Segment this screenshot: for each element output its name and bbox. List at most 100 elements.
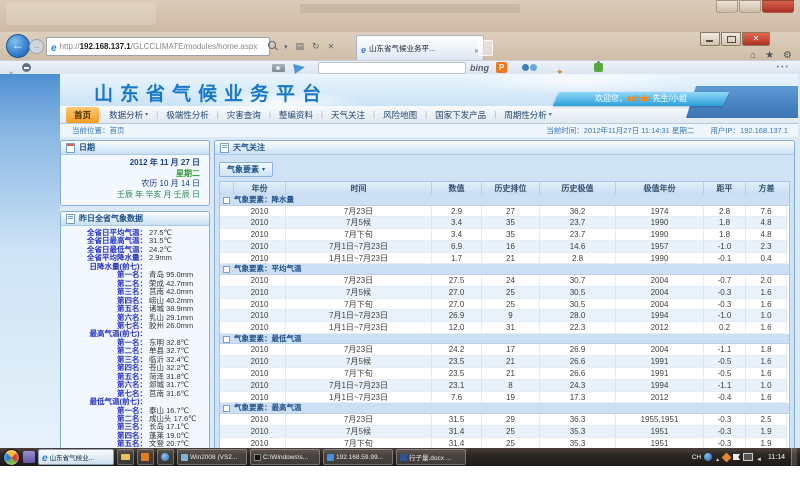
browser-tab[interactable]: 山东省气候业务平... <box>356 35 484 61</box>
table-row[interactable]: 20107月1日~7月23日26.9928.01994-1.01.0 <box>220 310 789 322</box>
taskbar-window-2[interactable]: C:\Windows\s... <box>250 449 320 465</box>
nav-item-4[interactable]: 灾害查询 <box>219 107 269 123</box>
expand-icon[interactable] <box>223 197 230 204</box>
nav-item-7[interactable]: 风险地图 <box>375 107 425 123</box>
compatibility-view-icon[interactable] <box>296 36 305 54</box>
taskbar-clock[interactable]: 11:14 <box>768 454 785 461</box>
table-cell: 26.9 <box>540 344 616 356</box>
table-row[interactable]: 20107月5候27.02530.52004-0.31.6 <box>220 287 789 299</box>
nav-item-6[interactable]: 天气关注 <box>323 107 373 123</box>
table-cell: 2010 <box>234 380 286 392</box>
forward-button[interactable] <box>29 39 44 54</box>
table-row[interactable]: 20107月1日~7月23日23.1824.31994-1.11.0 <box>220 380 789 392</box>
nav-item-3[interactable]: 极端性分析 <box>158 107 217 123</box>
toolbar-overflow-dots[interactable] <box>777 64 790 71</box>
nav-item-1[interactable]: 首页 <box>66 107 99 123</box>
table-cell: 35 <box>482 217 540 229</box>
table-row[interactable]: 20107月5候31.42535.31951-0.31.9 <box>220 426 789 438</box>
table-row[interactable]: 20107月5候3.43523.719901.84.8 <box>220 217 789 229</box>
search-icon[interactable] <box>268 41 276 49</box>
chevron-down-icon[interactable] <box>284 36 288 54</box>
taskbar-window-1[interactable]: Win2008 (VS2... <box>177 449 247 465</box>
welcome-text: 欢迎您，admin 先生/小姐 <box>556 92 726 106</box>
address-bar[interactable]: http://192.168.137.1/GLCCLIMATE/modules/… <box>46 37 270 56</box>
table-cell: 1991 <box>616 356 704 368</box>
bing-logo[interactable]: bing <box>470 63 489 73</box>
table-row[interactable]: 20107月23日2.92736.219742.87.6 <box>220 206 789 218</box>
minimize-button[interactable] <box>700 32 720 46</box>
show-hidden-icons[interactable] <box>715 448 720 466</box>
status-line: 当前位置：首页 当前时间：2012年11月27日 11:14:31 星期二 用户… <box>60 124 798 137</box>
table-row[interactable]: 20107月23日31.52936.31955,1951-0.32.5 <box>220 414 789 426</box>
table-group-header[interactable]: 气象要素：降水量 <box>220 195 789 206</box>
speaker-icon[interactable] <box>756 448 762 466</box>
taskbar-window-label: Win2008 (VS2... <box>190 454 237 461</box>
expand-icon[interactable] <box>223 266 230 273</box>
toolbar-search-input[interactable] <box>318 62 466 74</box>
table-cell: 36.2 <box>540 206 616 218</box>
table-row[interactable]: 20107月5候23.52126.61991-0.51.6 <box>220 356 789 368</box>
network-icon[interactable] <box>743 453 753 461</box>
nav-item-9[interactable]: 周期性分析▾ <box>496 107 560 123</box>
addon-puzzle-icon[interactable] <box>594 63 603 72</box>
action-center-flag-icon[interactable] <box>733 454 740 460</box>
new-tab-button[interactable] <box>478 40 493 56</box>
table-cell: 3.4 <box>432 229 482 241</box>
table-cell: 1990 <box>616 253 704 265</box>
nav-item-8[interactable]: 国家下发产品 <box>427 107 494 123</box>
globe-tray-icon[interactable] <box>704 453 712 461</box>
table-row[interactable]: 20101月1日~7月23日1.7212.81990-0.10.4 <box>220 253 789 265</box>
expand-icon[interactable] <box>223 405 230 412</box>
nav-item-5[interactable]: 整编资料 <box>271 107 321 123</box>
pinned-app-icon[interactable] <box>23 451 35 463</box>
table-cell: 2004 <box>616 344 704 356</box>
table-row[interactable]: 20107月1日~7月23日6.91614.61957-1.02.3 <box>220 241 789 253</box>
group-label: 气象要素：降水量 <box>234 195 294 205</box>
table-row[interactable]: 20107月下旬23.52126.61991-0.51.6 <box>220 368 789 380</box>
table-row[interactable]: 20101月1日~7月23日12.03122.320120.21.6 <box>220 322 789 334</box>
stop-icon[interactable] <box>328 36 335 54</box>
background-close-button[interactable] <box>762 0 794 13</box>
row-lead-cell <box>220 426 234 438</box>
blocked-icon[interactable] <box>22 63 31 72</box>
show-desktop-button[interactable] <box>791 448 797 466</box>
welcome-ribbon: 欢迎您，admin 先生/小姐 <box>553 92 730 106</box>
maximize-button[interactable] <box>721 32 741 46</box>
table-cell: 2010 <box>234 229 286 241</box>
taskbar-explorer-button[interactable] <box>117 449 134 465</box>
table-row[interactable]: 20101月1日~7月23日7.61917.32012-0.41.6 <box>220 392 789 404</box>
binoculars-icon[interactable] <box>522 64 529 71</box>
table-cell: 2010 <box>234 356 286 368</box>
flame-tray-icon[interactable] <box>722 452 732 462</box>
language-indicator[interactable]: CH <box>692 454 701 461</box>
table-group-header[interactable]: 气象要素：最低气温 <box>220 334 789 345</box>
background-maximize-button[interactable] <box>739 0 761 13</box>
back-button[interactable] <box>6 34 30 58</box>
search-provider-icon[interactable] <box>496 62 507 73</box>
row-lead-cell <box>220 368 234 380</box>
close-button[interactable] <box>742 32 770 46</box>
table-group-header[interactable]: 气象要素：最高气温 <box>220 403 789 414</box>
taskbar-active-ie[interactable]: 山东省气候业... <box>38 449 114 465</box>
table-row[interactable]: 20107月23日24.21726.92004-1.11.8 <box>220 344 789 356</box>
taskbar-window-4[interactable]: 行子量.docx ... <box>396 449 466 465</box>
expand-icon[interactable] <box>223 336 230 343</box>
table-row[interactable]: 20107月23日27.52430.72004-0.72.0 <box>220 275 789 287</box>
table-row[interactable]: 20107月下旬3.43523.719901.84.8 <box>220 229 789 241</box>
start-button[interactable] <box>3 449 20 466</box>
nav-item-2[interactable]: 数据分析▾ <box>101 107 156 123</box>
taskbar-media-button[interactable] <box>157 449 174 465</box>
table-row[interactable]: 20107月下旬27.02530.52004-0.31.6 <box>220 299 789 311</box>
taskbar-window-3[interactable]: 192.168.59.99... <box>323 449 393 465</box>
camera-icon[interactable] <box>272 64 285 72</box>
refresh-icon[interactable] <box>312 36 320 54</box>
table-group-header[interactable]: 气象要素：平均气温 <box>220 264 789 275</box>
app-icon <box>254 454 261 461</box>
taskbar-app-orange-button[interactable] <box>137 449 154 465</box>
background-minimize-button[interactable] <box>716 0 738 13</box>
element-filter-button[interactable]: 气象要素 ▾ <box>219 162 273 177</box>
send-icon[interactable] <box>293 62 306 74</box>
weather-line-value: 文登 20.7℃ <box>147 440 189 448</box>
table-cell: 2010 <box>234 287 286 299</box>
table-row[interactable]: 20107月下旬31.42535.31951-0.31.9 <box>220 438 789 448</box>
